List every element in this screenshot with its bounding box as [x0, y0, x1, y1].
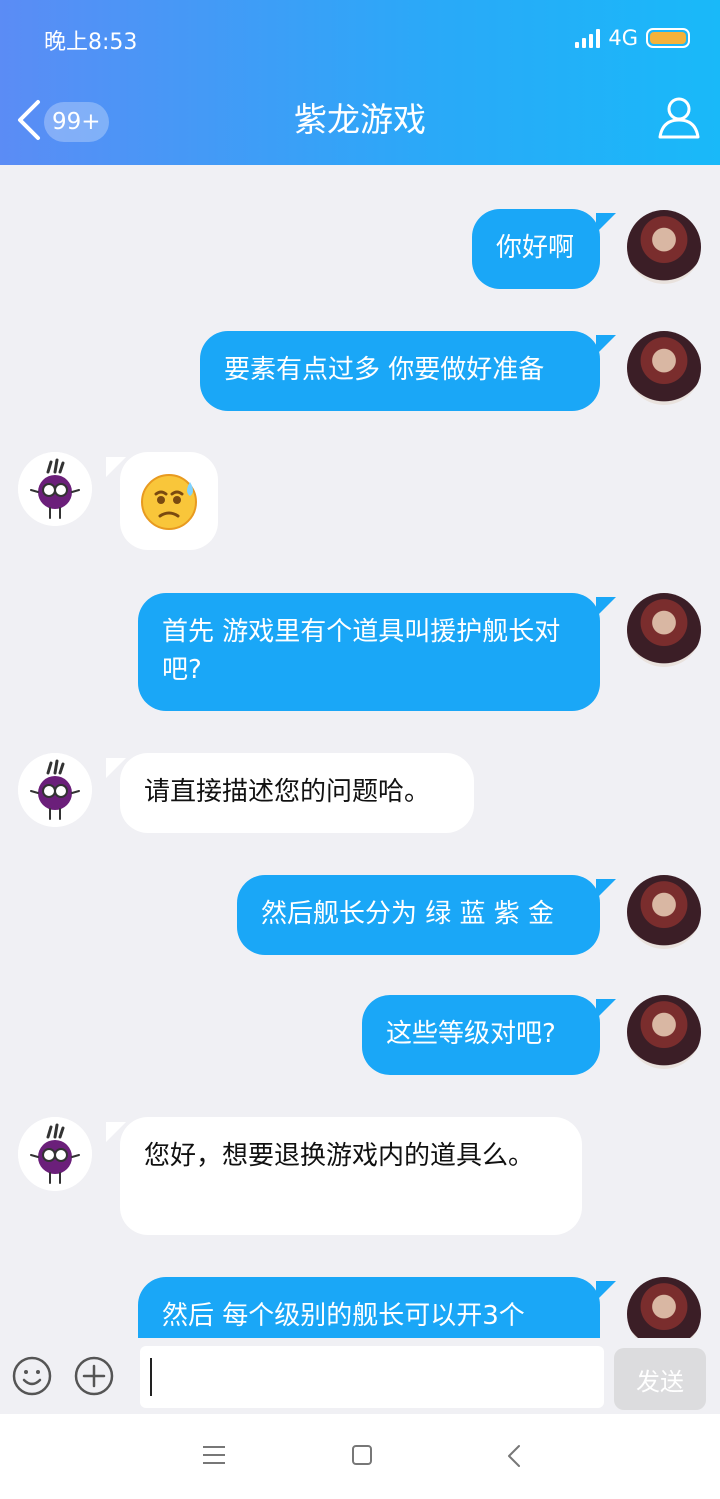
message-text: 请直接描述您的问题哈。 — [144, 777, 431, 807]
signal-icon — [575, 28, 601, 48]
message-input[interactable] — [140, 1346, 604, 1408]
plus-icon[interactable] — [74, 1356, 114, 1396]
message-bubble[interactable]: 首先 游戏里有个道具叫援护舰长对吧? — [138, 593, 600, 711]
status-time: 晚上8:53 — [44, 30, 138, 55]
battery-icon — [646, 28, 690, 48]
network-label: 4G — [608, 26, 638, 50]
beet-mascot-icon — [18, 1117, 92, 1191]
nav-bar: 99+ 紫龙游戏 — [0, 80, 720, 160]
status-bar: 晚上8:53 4G — [0, 22, 720, 56]
system-nav-bar — [0, 1414, 720, 1499]
system-back-icon[interactable] — [504, 1443, 524, 1469]
emoji-icon[interactable] — [12, 1356, 52, 1396]
user-avatar[interactable] — [627, 1277, 701, 1338]
beet-mascot-icon — [18, 452, 92, 526]
send-button[interactable]: 发送 — [614, 1348, 706, 1410]
message-bubble[interactable]: 这些等级对吧? — [362, 995, 600, 1075]
message-text: 然后舰长分为 绿 蓝 紫 金 — [261, 899, 555, 929]
message-text: 首先 游戏里有个道具叫援护舰长对吧? — [162, 617, 561, 685]
status-icons: 4G — [575, 26, 690, 50]
message-text: 要素有点过多 你要做好准备 — [224, 355, 545, 385]
message-bubble[interactable]: 要素有点过多 你要做好准备 — [200, 331, 600, 411]
user-avatar[interactable] — [627, 331, 701, 405]
home-icon[interactable] — [352, 1445, 372, 1465]
beet-mascot-icon — [18, 753, 92, 827]
message-bubble[interactable]: 请直接描述您的问题哈。 — [120, 753, 474, 833]
message-bubble[interactable] — [120, 452, 218, 550]
message-bubble[interactable]: 你好啊 — [472, 209, 600, 289]
user-avatar[interactable] — [627, 995, 701, 1069]
bot-avatar[interactable] — [18, 452, 92, 526]
message-bubble[interactable]: 然后 每个级别的舰长可以开3个 — [138, 1277, 600, 1338]
bot-avatar[interactable] — [18, 1117, 92, 1191]
message-text: 你好啊 — [496, 233, 575, 263]
message-bubble[interactable]: 您好，想要退换游戏内的道具么。 — [120, 1117, 582, 1235]
user-avatar[interactable] — [627, 210, 701, 284]
chat-header: 晚上8:53 4G 99+ 紫龙游戏 — [0, 0, 720, 165]
chat-area[interactable]: 你好啊 要素有点过多 你要做好准备 首先 游戏里有个道具叫援护舰长对吧? 请直接… — [0, 165, 720, 1338]
user-avatar[interactable] — [627, 875, 701, 949]
message-text: 您好，想要退换游戏内的道具么。 — [144, 1141, 535, 1171]
page-title: 紫龙游戏 — [294, 100, 426, 139]
text-caret — [150, 1358, 152, 1396]
profile-icon[interactable] — [656, 94, 702, 140]
user-avatar[interactable] — [627, 593, 701, 667]
input-bar: 发送 — [0, 1338, 720, 1414]
bot-avatar[interactable] — [18, 753, 92, 827]
menu-icon[interactable] — [203, 1446, 225, 1466]
message-bubble[interactable]: 然后舰长分为 绿 蓝 紫 金 — [237, 875, 600, 955]
message-text: 然后 每个级别的舰长可以开3个 — [162, 1301, 525, 1331]
message-text: 这些等级对吧? — [386, 1019, 556, 1049]
sweat-face-emoji — [141, 474, 197, 530]
